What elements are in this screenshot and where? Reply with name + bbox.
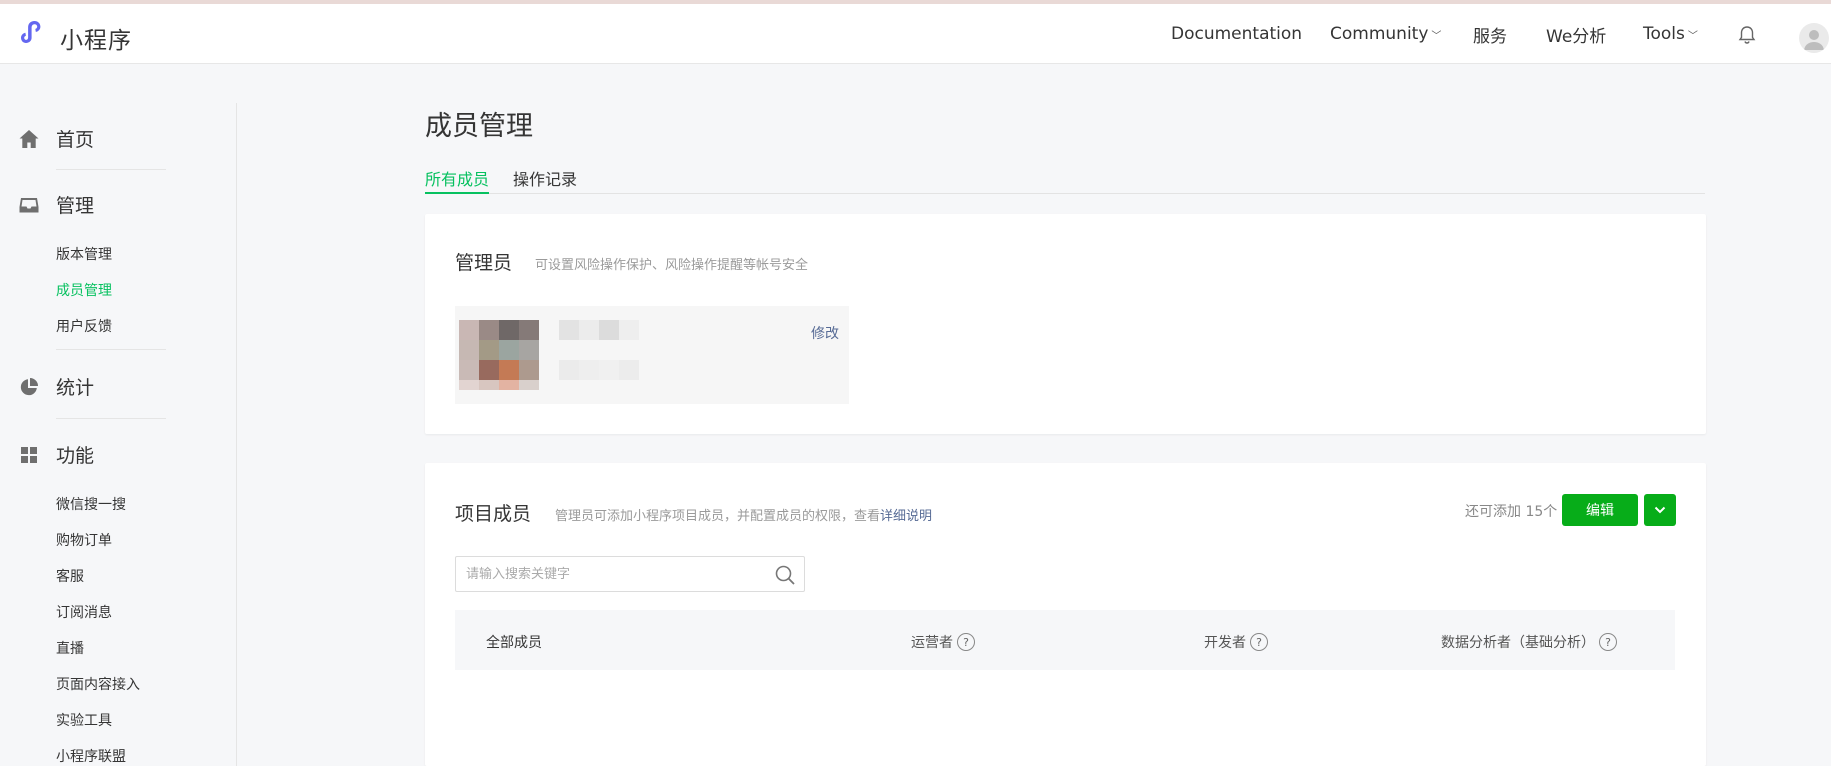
nav-tools[interactable]: Tools ﹀ bbox=[1643, 4, 1698, 64]
sidebar-item-stats[interactable]: 统计 bbox=[18, 373, 94, 400]
members-card: 项目成员 管理员可添加小程序项目成员，并配置成员的权限，查看详细说明 还可添加 … bbox=[425, 463, 1706, 766]
admin-edit-link[interactable]: 修改 bbox=[811, 323, 839, 343]
member-table-header: 全部成员 运营者? 开发者? 数据分析者（基础分析）? bbox=[455, 610, 1675, 670]
help-icon[interactable]: ? bbox=[957, 633, 975, 651]
sidebar-item-customer-service[interactable]: 客服 bbox=[56, 566, 84, 586]
sidebar-item-wechat-search[interactable]: 微信搜一搜 bbox=[56, 494, 126, 514]
logo-icon[interactable] bbox=[18, 17, 52, 51]
chevron-down-icon: ﹀ bbox=[1431, 30, 1442, 42]
members-desc: 管理员可添加小程序项目成员，并配置成员的权限，查看详细说明 bbox=[555, 505, 932, 524]
sidebar-item-shopping-orders[interactable]: 购物订单 bbox=[56, 530, 112, 550]
user-icon bbox=[1804, 30, 1824, 50]
pie-chart-icon bbox=[20, 377, 38, 395]
help-icon[interactable]: ? bbox=[1250, 633, 1268, 651]
brand-name[interactable]: 小程序 bbox=[60, 21, 132, 55]
chevron-down-icon bbox=[1654, 506, 1666, 514]
nav-documentation[interactable]: Documentation bbox=[1171, 4, 1302, 64]
tab-operation-log[interactable]: 操作记录 bbox=[513, 166, 577, 194]
search-icon[interactable] bbox=[774, 564, 796, 586]
sidebar-item-user-feedback[interactable]: 用户反馈 bbox=[56, 316, 112, 336]
edit-button[interactable]: 编辑 bbox=[1562, 494, 1638, 526]
col-data-analyst: 数据分析者（基础分析）? bbox=[1441, 632, 1617, 652]
top-header: 小程序 Documentation Community ﹀ 服务 We分析 Too… bbox=[0, 4, 1831, 64]
help-icon[interactable]: ? bbox=[1599, 633, 1617, 651]
sidebar-item-version-manage[interactable]: 版本管理 bbox=[56, 244, 112, 264]
inbox-icon bbox=[19, 197, 39, 212]
sidebar-item-features[interactable]: 功能 bbox=[18, 441, 94, 468]
divider bbox=[56, 418, 166, 419]
members-desc-text: 管理员可添加小程序项目成员，并配置成员的权限，查看 bbox=[555, 509, 881, 524]
sidebar-item-label: 统计 bbox=[56, 377, 95, 399]
divider bbox=[56, 349, 166, 350]
home-icon bbox=[19, 129, 39, 148]
admin-entry: 修改 bbox=[455, 306, 849, 404]
admin-card: 管理员 可设置风险操作保护、风险操作提醒等帐号安全 修改 bbox=[425, 214, 1706, 434]
remaining-count: 还可添加 15个 bbox=[1465, 504, 1558, 520]
tab-all-members[interactable]: 所有成员 bbox=[425, 166, 490, 194]
tab-bar: 所有成员 操作记录 bbox=[425, 164, 1705, 194]
page-title: 成员管理 bbox=[425, 111, 533, 142]
sidebar-item-lab-tools[interactable]: 实验工具 bbox=[56, 710, 112, 730]
sidebar-divider bbox=[236, 103, 237, 766]
avatar[interactable] bbox=[1799, 23, 1829, 53]
details-link[interactable]: 详细说明 bbox=[880, 509, 932, 524]
sidebar-item-label: 功能 bbox=[56, 445, 95, 467]
sidebar bbox=[0, 65, 236, 766]
edit-dropdown-button[interactable] bbox=[1644, 494, 1676, 526]
sidebar-item-subscribe-messages[interactable]: 订阅消息 bbox=[56, 602, 112, 622]
grid-icon bbox=[21, 446, 37, 463]
bell-icon[interactable] bbox=[1736, 24, 1758, 46]
sidebar-item-manage[interactable]: 管理 bbox=[18, 191, 94, 218]
sidebar-item-union[interactable]: 小程序联盟 bbox=[56, 746, 126, 766]
sidebar-item-home[interactable]: 首页 bbox=[18, 125, 94, 152]
chevron-down-icon: ﹀ bbox=[1687, 30, 1698, 42]
admin-desc: 可设置风险操作保护、风险操作提醒等帐号安全 bbox=[535, 258, 809, 273]
nav-community[interactable]: Community ﹀ bbox=[1330, 4, 1441, 64]
sidebar-item-label: 管理 bbox=[56, 195, 95, 217]
nav-services[interactable]: 服务 bbox=[1473, 4, 1507, 64]
col-all-members[interactable]: 全部成员 bbox=[486, 632, 542, 652]
members-title: 项目成员 bbox=[455, 503, 532, 525]
col-operator: 运营者? bbox=[911, 632, 975, 652]
sidebar-item-member-manage[interactable]: 成员管理 bbox=[56, 280, 112, 300]
sidebar-item-label: 首页 bbox=[56, 129, 95, 151]
col-developer: 开发者? bbox=[1204, 632, 1268, 652]
divider bbox=[56, 169, 166, 170]
search-input[interactable] bbox=[466, 557, 766, 591]
nav-we-analytics[interactable]: We分析 bbox=[1546, 4, 1606, 64]
sidebar-item-page-content[interactable]: 页面内容接入 bbox=[56, 674, 140, 694]
member-search bbox=[455, 556, 805, 592]
admin-title: 管理员 bbox=[455, 252, 513, 274]
sidebar-item-live[interactable]: 直播 bbox=[56, 638, 84, 658]
